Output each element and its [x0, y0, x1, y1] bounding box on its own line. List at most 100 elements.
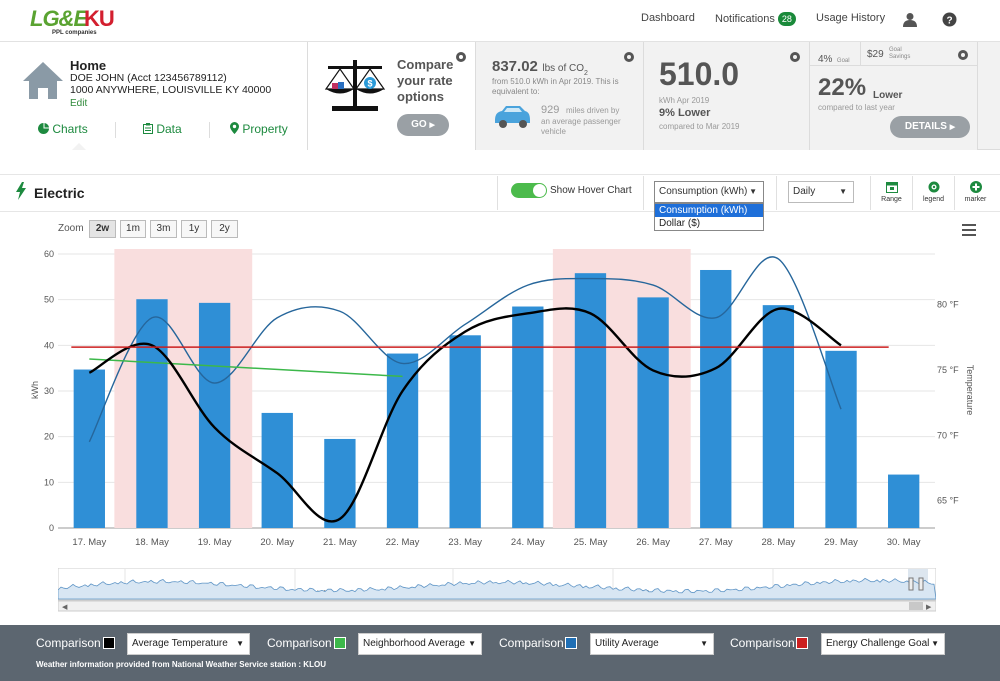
chevron-down-icon: ▼ [236, 639, 244, 648]
x-tick-label: 30. May [887, 537, 921, 548]
y-tick-label: 50 [44, 295, 54, 305]
range-label: Range [881, 196, 902, 203]
zoom-label: Zoom [58, 223, 84, 234]
electric-title: Electric [34, 185, 85, 201]
svg-text:?: ? [946, 16, 952, 27]
comparison-select-utility[interactable]: Utility Average ▼ [590, 633, 714, 655]
usage-panel: 510.0 kWh Apr 2019 9% Lower compared to … [644, 42, 810, 150]
chevron-down-icon: ▼ [749, 187, 757, 196]
gear-icon[interactable] [958, 50, 968, 60]
goal-savings-label: Goal Savings [889, 47, 910, 61]
zoom-3m-button[interactable]: 3m [150, 220, 177, 238]
scroll-left-icon[interactable]: ◀ [62, 604, 68, 611]
gear-icon[interactable] [624, 52, 634, 62]
legend-button[interactable]: legend [912, 176, 954, 210]
svg-text:$: $ [367, 79, 372, 89]
y2-tick-label: 75 °F [937, 365, 959, 375]
x-tick-label: 28. May [761, 537, 795, 548]
navigator-scrollbar[interactable] [58, 600, 936, 612]
brand-ku: KU [84, 6, 115, 31]
scroll-right-icon[interactable]: ▶ [926, 604, 932, 611]
y-tick-label: 40 [44, 340, 54, 350]
nav-dashboard[interactable]: Dashboard [641, 12, 695, 24]
details-button[interactable]: DETAILS ▶ [890, 116, 970, 138]
car-icon [495, 106, 530, 128]
x-tick-label: 29. May [824, 537, 858, 548]
usage-bar [700, 269, 732, 528]
navigator-scroll-thumb[interactable] [909, 602, 923, 610]
nav-notifications[interactable]: Notifications 28 [715, 12, 796, 26]
usage-bar [261, 412, 293, 528]
edit-account-link[interactable]: Edit [70, 98, 87, 109]
gear-icon[interactable] [456, 52, 466, 62]
calendar-icon [885, 182, 898, 193]
notification-count-badge: 28 [777, 12, 796, 26]
zoom-2w-button[interactable]: 2w [89, 220, 116, 238]
marker-label: marker [964, 196, 987, 203]
user-icon[interactable] [903, 12, 917, 27]
marker-button[interactable]: marker [954, 176, 996, 210]
co2-panel: 837.02 lbs of CO2 from 510.0 kWh in Apr … [476, 42, 644, 150]
range-button[interactable]: Range [870, 176, 912, 210]
usage-compare: compared to Mar 2019 [659, 122, 740, 131]
timeline-navigator[interactable]: Jan '17Jul '17Jan '18Jul '18Jan '19 ◀ ▶ [58, 568, 936, 612]
goal-percent: 4% Goal [818, 49, 850, 67]
tab-charts[interactable]: Charts [38, 122, 88, 136]
compare-rates-panel: $ Compare your rate options GO ▶ [308, 42, 476, 150]
tab-property-label: Property [242, 122, 288, 136]
nav-usage-history[interactable]: Usage History [816, 12, 885, 24]
top-navigation: LG&E KU PPL companies Dashboard Notifica… [0, 0, 1000, 42]
interval-select[interactable]: Daily ▼ [788, 181, 854, 203]
chevron-down-icon: ▼ [700, 639, 708, 648]
y-tick-label: 10 [44, 477, 54, 487]
usage-bar [512, 306, 544, 528]
measure-select[interactable]: Consumption (kWh) ▼ [654, 181, 764, 203]
chart-menu-icon[interactable] [962, 224, 976, 236]
go-button[interactable]: GO ▶ [397, 114, 449, 136]
toolbar-divider [643, 176, 644, 210]
comparison-select-neighborhood[interactable]: Neighborhood Average ▼ [358, 633, 482, 655]
zoom-1y-button[interactable]: 1y [181, 220, 207, 238]
usage-bar [136, 299, 168, 528]
home-icon [23, 62, 63, 99]
zoom-2y-button[interactable]: 2y [211, 220, 238, 238]
account-panel: Home DOE JOHN (Acct 123456789112) 1000 A… [0, 42, 308, 150]
comparison-label: Comparison [267, 636, 332, 650]
weather-note: Weather information provided from Nation… [36, 660, 326, 669]
comparison-select-goal[interactable]: Energy Challenge Goal ▼ [821, 633, 945, 655]
caret-right-icon: ▶ [949, 124, 956, 131]
navigator-handle-left[interactable] [908, 577, 914, 591]
comparison-select-temperature[interactable]: Average Temperature ▼ [127, 633, 250, 655]
measure-option[interactable]: Consumption (kWh) [655, 204, 763, 217]
tab-data[interactable]: Data [143, 122, 182, 136]
usage-bars [73, 269, 920, 528]
comparison-select-value: Average Temperature [132, 638, 228, 649]
brand-subtitle: PPL companies [52, 30, 97, 36]
zoom-1m-button[interactable]: 1m [120, 220, 146, 238]
hover-chart-toggle[interactable] [511, 183, 547, 198]
measure-dropdown-menu: Consumption (kWh) Dollar ($) [654, 203, 764, 231]
help-icon[interactable]: ? [942, 12, 957, 27]
co2-miles-text1: miles driven by [566, 106, 620, 115]
weekend-highlight-band [114, 249, 253, 528]
comparison-label: Comparison [36, 636, 101, 650]
usage-bar [449, 335, 481, 528]
measure-option[interactable]: Dollar ($) [655, 217, 763, 230]
tab-data-label: Data [156, 122, 182, 136]
chevron-down-icon: ▼ [931, 639, 939, 648]
hover-chart-label: Show Hover Chart [550, 185, 632, 196]
legend-label: legend [922, 196, 945, 203]
comparison-select-value: Energy Challenge Goal [826, 638, 930, 649]
x-tick-label: 24. May [511, 537, 545, 548]
gear-icon[interactable] [790, 52, 800, 62]
x-tick-label: 19. May [198, 537, 232, 548]
compare-text-line2: your rate [397, 73, 453, 88]
y-tick-label: 20 [44, 432, 54, 442]
nav-notifications-label: Notifications [715, 13, 775, 25]
goal-percent-label: Goal [836, 58, 850, 64]
lightning-icon [16, 182, 26, 200]
scale-icon: $ [324, 60, 386, 111]
goal-percent-value: 4% [818, 54, 833, 65]
tab-property[interactable]: Property [230, 122, 288, 136]
navigator-handle-right[interactable] [918, 577, 924, 591]
